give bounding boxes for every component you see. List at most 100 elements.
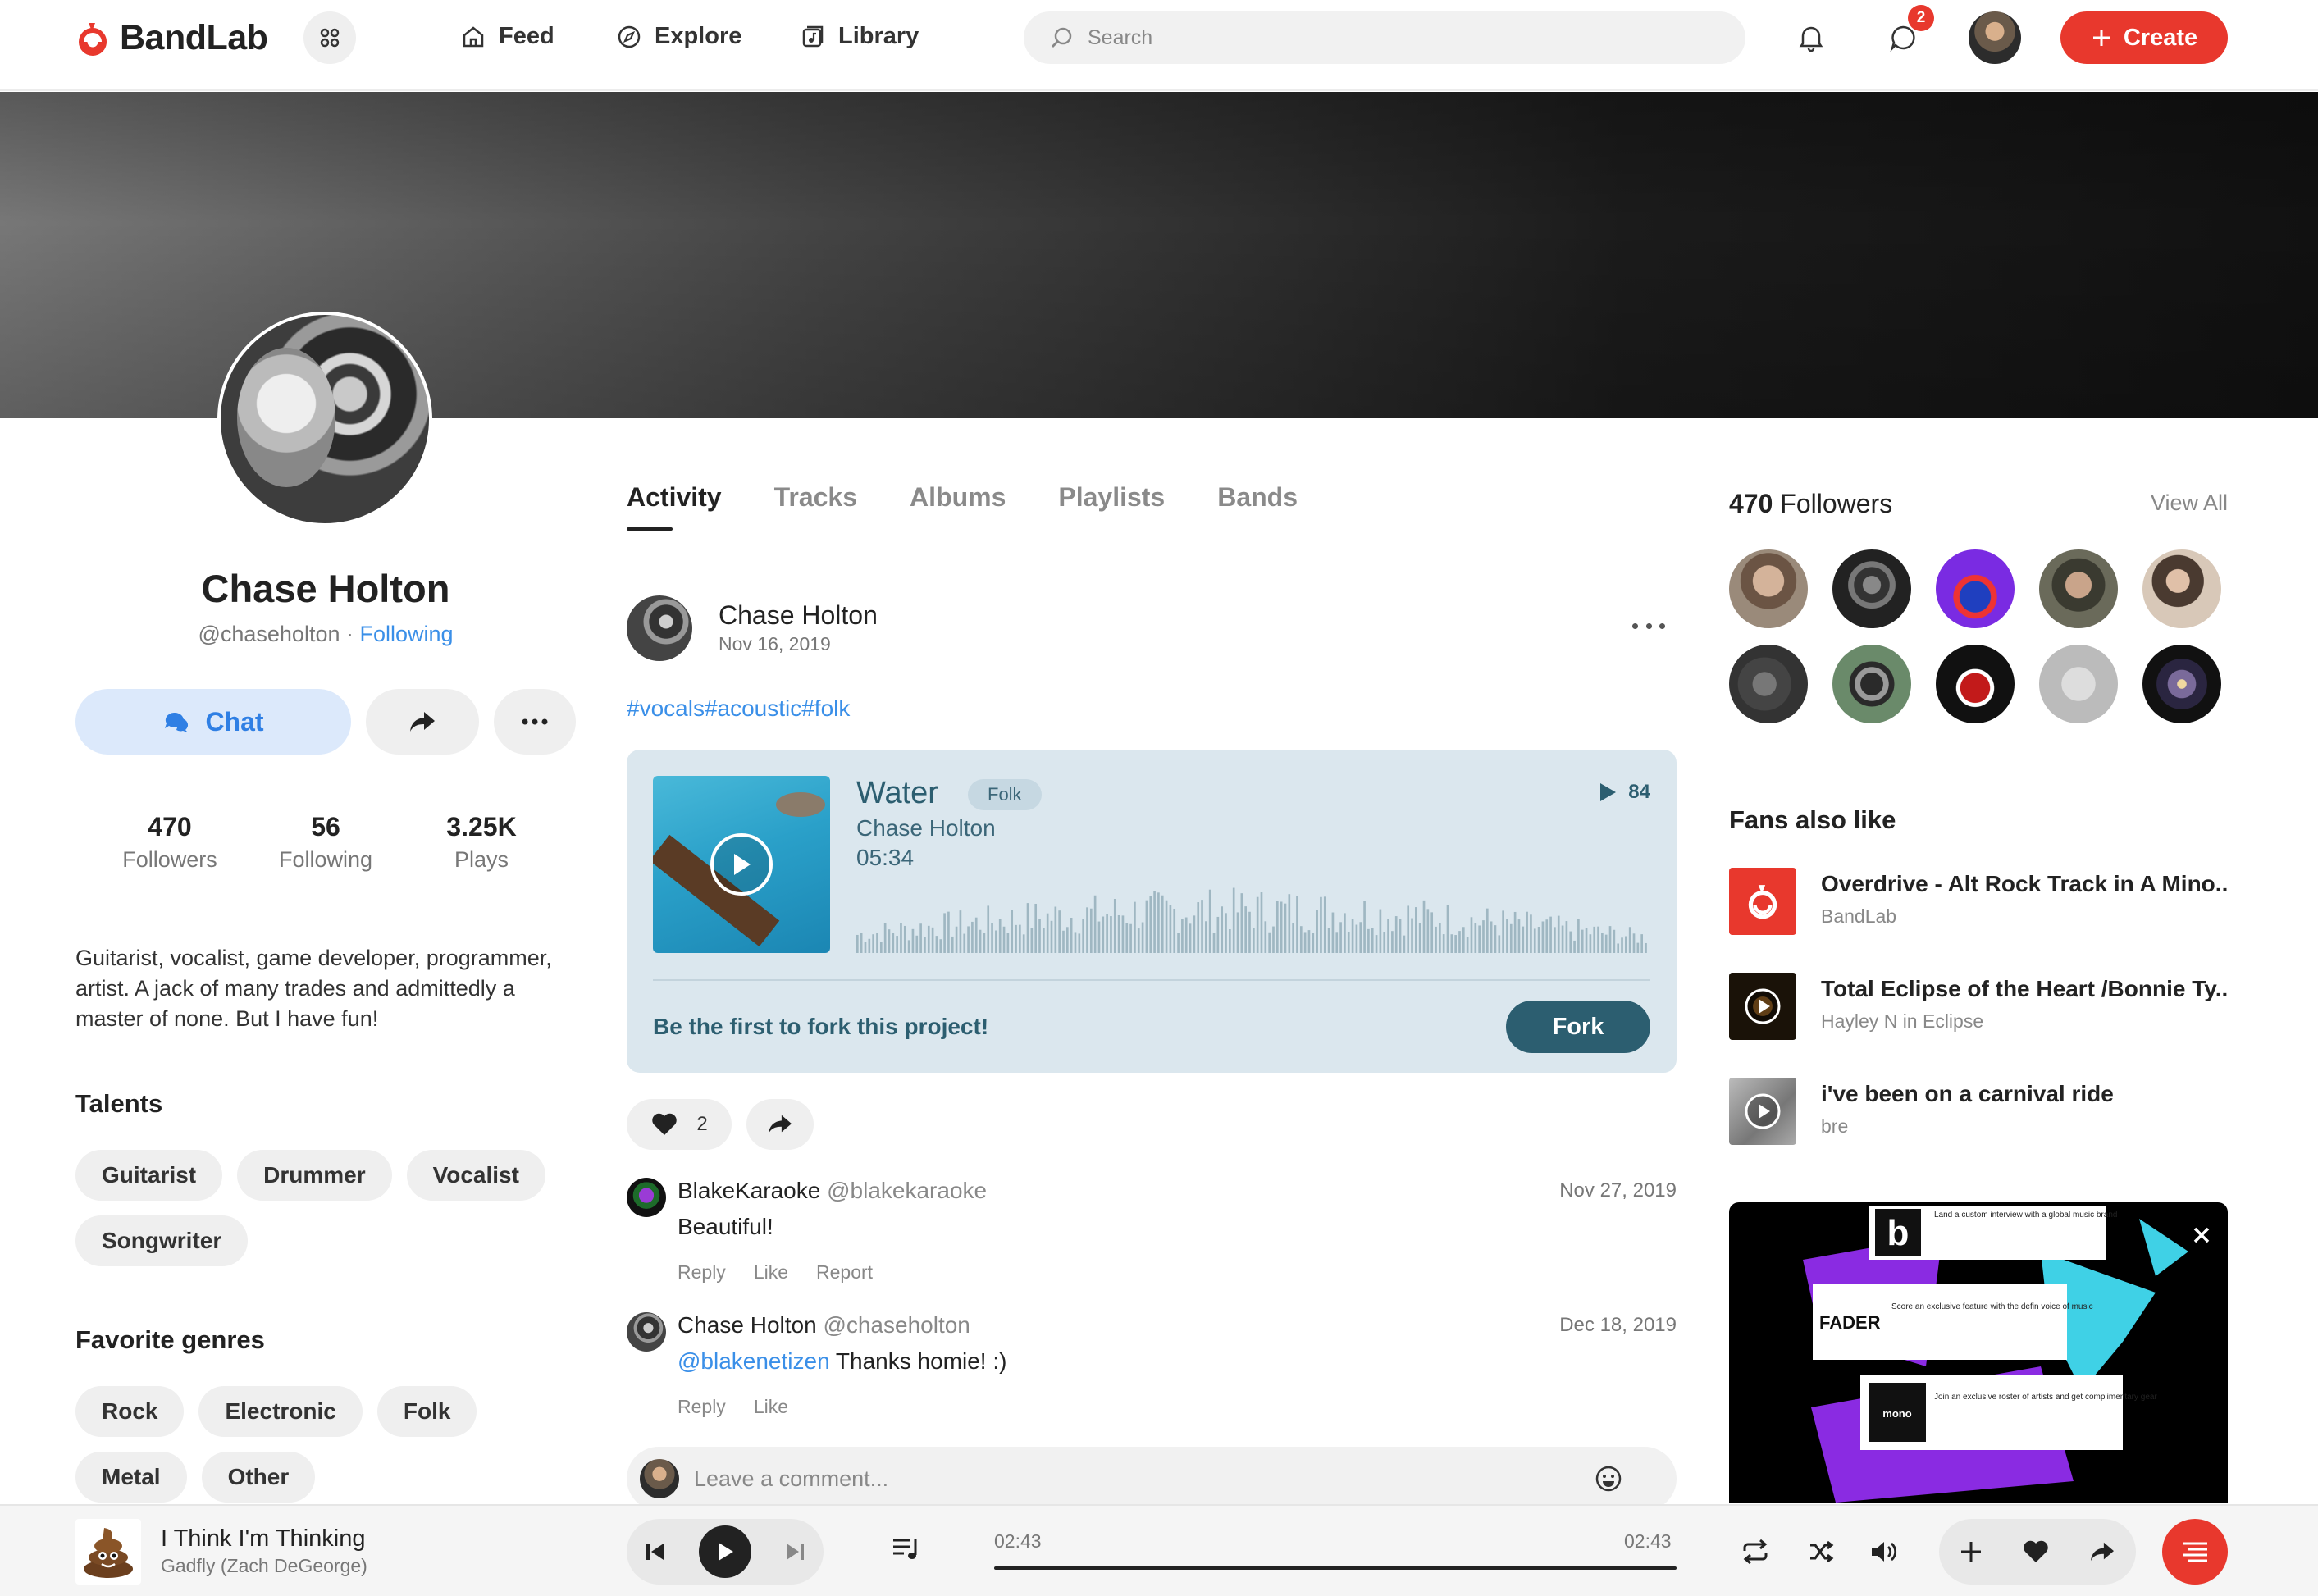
comment-input[interactable] [694,1466,1580,1492]
genre-chip[interactable]: Rock [75,1386,185,1437]
report-button[interactable]: Report [816,1261,873,1284]
follower-avatar[interactable] [1832,645,1911,723]
genre-chip[interactable]: Metal [75,1452,187,1503]
chat-button[interactable]: Chat [75,689,351,755]
fan-track-item[interactable]: Overdrive - Alt Rock Track in A Mino... … [1729,868,2228,935]
progress-bar[interactable] [994,1566,1677,1570]
post-author-avatar[interactable] [627,595,692,661]
search-input[interactable] [1088,25,1711,50]
player-menu-button[interactable] [2162,1519,2228,1585]
stat-value: 56 [311,812,340,841]
share-profile-button[interactable] [366,689,479,755]
track-artist[interactable]: Chase Holton [856,815,996,841]
play-icon [734,854,751,875]
notifications-button[interactable] [1790,16,1832,59]
compass-icon [618,25,641,48]
shuffle-button[interactable] [1801,1532,1841,1571]
stat-following[interactable]: 56 Following [248,812,404,873]
follower-avatar[interactable] [2039,549,2118,628]
tab-albums[interactable]: Albums [910,482,1006,531]
comment-avatar[interactable] [627,1178,666,1217]
follower-avatar[interactable] [1936,645,2015,723]
stat-value: 3.25K [446,812,517,841]
track-title[interactable]: Water [856,776,938,811]
cover-play-button[interactable] [710,833,773,896]
genre-chip[interactable]: Folk [376,1386,477,1437]
comment-author[interactable]: Chase Holton [678,1312,817,1338]
search-bar[interactable] [1024,11,1745,64]
queue-icon[interactable] [891,1535,924,1563]
post-hashtags[interactable]: #vocals#acoustic#folk [627,695,850,722]
heart-icon[interactable] [2022,1539,2050,1564]
talent-chip[interactable]: Drummer [237,1150,392,1201]
stat-followers[interactable]: 470 Followers [92,812,248,873]
talent-chip[interactable]: Songwriter [75,1215,249,1266]
talent-chip[interactable]: Guitarist [75,1150,223,1201]
comment-handle[interactable]: @chaseholton [823,1312,970,1338]
genre-chip[interactable]: Other [201,1452,316,1503]
fork-button[interactable]: Fork [1506,1001,1650,1053]
talent-chip[interactable]: Vocalist [406,1150,545,1201]
messages-badge: 2 [1908,5,1934,31]
follower-avatar[interactable] [2142,549,2221,628]
now-playing-artwork[interactable] [75,1519,141,1585]
nav-explore-label: Explore [655,23,742,49]
now-playing-artist[interactable]: Gadfly (Zach DeGeorge) [161,1555,367,1577]
following-status-link[interactable]: Following [359,622,453,646]
user-avatar[interactable] [1969,11,2021,64]
genre-chip[interactable]: Electronic [198,1386,363,1437]
follower-avatar[interactable] [1729,645,1808,723]
view-all-followers-link[interactable]: View All [2151,490,2228,516]
nav-explore[interactable]: Explore [617,23,741,50]
promo-banner[interactable]: b Land a custom interview with a global … [1729,1202,2228,1503]
nav-library[interactable]: Library [801,23,919,50]
chat-label: Chat [205,706,264,736]
previous-track-icon[interactable] [642,1539,667,1564]
follower-avatar[interactable] [2039,645,2118,723]
tab-playlists[interactable]: Playlists [1058,482,1165,531]
like-comment-button[interactable]: Like [754,1261,788,1284]
apps-menu-button[interactable] [303,11,356,64]
profile-handle: @chaseholton [198,622,340,646]
comment-avatar[interactable] [627,1312,666,1352]
profile-more-button[interactable] [494,689,576,755]
follower-avatar[interactable] [1936,549,2015,628]
tab-bands[interactable]: Bands [1217,482,1298,531]
share-post-button[interactable] [746,1099,814,1150]
repeat-button[interactable] [1736,1532,1775,1571]
reply-button[interactable]: Reply [678,1261,726,1284]
comment-text: @blakenetizen Thanks homie! :) [678,1348,1006,1375]
tab-activity[interactable]: Activity [627,482,722,531]
fan-track-item[interactable]: Total Eclipse of the Heart /Bonnie Ty...… [1729,973,2228,1040]
nav-feed[interactable]: Feed [461,23,554,50]
next-track-icon[interactable] [783,1539,808,1564]
now-playing-title[interactable]: I Think I'm Thinking [161,1525,365,1553]
fan-track-item[interactable]: i've been on a carnival ride bre [1729,1078,2228,1145]
follower-avatar[interactable] [1729,549,1808,628]
follower-avatar[interactable] [2142,645,2221,723]
reply-button[interactable]: Reply [678,1396,726,1418]
post-more-button[interactable] [1632,613,1665,638]
like-comment-button[interactable]: Like [754,1396,788,1418]
comment-actions: Reply Like [678,1396,788,1418]
tab-tracks[interactable]: Tracks [774,482,857,531]
post-author-name[interactable]: Chase Holton [719,600,878,631]
bandlab-logo[interactable]: BandLab [74,18,268,58]
track-waveform[interactable] [856,882,1649,953]
comment-mention[interactable]: @blakenetizen [678,1348,830,1374]
like-button[interactable]: 2 [627,1099,732,1150]
track-cover-art[interactable] [653,776,830,953]
play-pause-button[interactable] [698,1525,751,1578]
create-button[interactable]: Create [2060,11,2228,64]
emoji-icon[interactable] [1595,1465,1622,1493]
track-genre-tag[interactable]: Folk [968,779,1042,810]
comment-author[interactable]: BlakeKaraoke [678,1178,820,1203]
volume-button[interactable] [1865,1532,1905,1571]
play-count-value: 84 [1628,781,1650,803]
share-arrow-icon[interactable] [2088,1540,2116,1563]
comment-handle[interactable]: @blakekaraoke [827,1178,987,1203]
follower-avatar[interactable] [1832,549,1911,628]
close-icon[interactable] [2193,1227,2210,1243]
fan-track-title: Overdrive - Alt Rock Track in A Mino... [1821,871,2228,896]
add-icon[interactable] [1959,1539,1983,1564]
